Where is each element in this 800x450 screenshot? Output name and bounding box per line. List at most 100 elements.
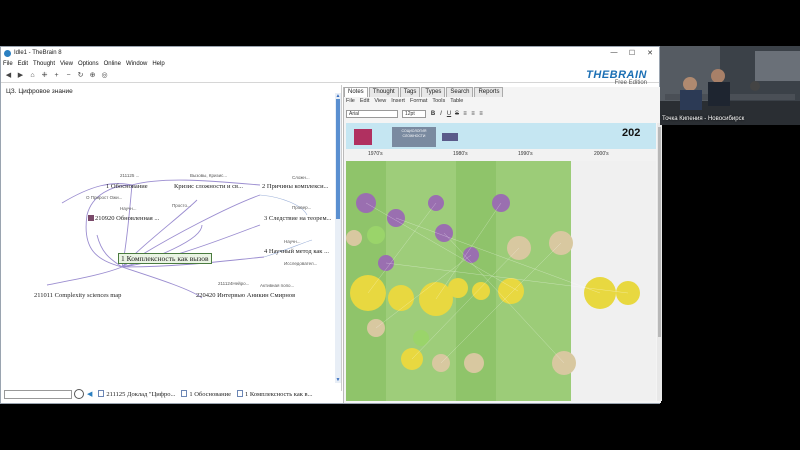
scrollbar-thumb[interactable] [658,127,661,337]
thought-small[interactable]: О Прирост Ожи... [86,195,122,200]
remove-icon[interactable]: − [63,71,74,81]
tab-tags[interactable]: Tags [399,87,421,97]
note-icon [88,215,94,221]
brand-logo: THEBRAIN Free Edition [586,69,647,86]
tab-search[interactable]: Search [446,87,474,97]
refresh-icon[interactable]: ↻ [75,71,86,81]
size-select[interactable]: 12pt [402,110,426,118]
thought-small[interactable]: Сложн... [292,175,310,180]
notes-pane: Notes Thought Tags Types Search Reports … [343,87,662,403]
thought-small[interactable]: Исследовател... [284,261,317,266]
tab-thought[interactable]: Thought [368,87,399,97]
thought-small[interactable]: 211125 ... [120,173,139,178]
strike-button[interactable]: S [453,111,461,117]
decade-label: 2000's [594,151,609,157]
format-toolbar: Arial 12pt B I U S ≡ ≡ ≡ [346,109,485,119]
tab-reports[interactable]: Reports [474,87,504,97]
settings-icon[interactable]: ◎ [99,71,110,81]
maximize-button[interactable]: ☐ [623,49,641,57]
complexity-map-graphic [346,123,656,401]
add-icon[interactable]: + [51,71,62,81]
menu-bar: File Edit Thought View Options Online Wi… [1,59,659,69]
plex-view[interactable]: ЦЗ. Цифровое знание 211125 ... Вызовы, К… [2,85,342,391]
menu-file[interactable]: File [3,61,13,67]
thought-210920[interactable]: 210920 Обновленная ... [88,215,159,222]
notes-menu-format[interactable]: Format [410,98,427,107]
menu-help[interactable]: Help [152,61,164,67]
breadcrumb-bar: ◀ 211125 Доклад "Цифро... 1 Обоснование … [2,387,342,401]
thought-prichiny[interactable]: 2 Причины комплекси... [262,183,328,190]
notes-menu-file[interactable]: File [346,98,355,107]
notes-menu-insert[interactable]: Insert [391,98,405,107]
italic-button[interactable]: I [437,111,445,117]
decade-label: 1970's [368,151,383,157]
title-bar: Idle1 - TheBrain 8 — ☐ ✕ [1,47,659,59]
screen: Idle1 - TheBrain 8 — ☐ ✕ File Edit Thoug… [0,0,800,450]
link-icon[interactable]: ⁜ [39,71,50,81]
underline-button[interactable]: U [445,111,453,117]
complexity-map-image: СОЦИОЛОГИЯ СЛОЖНОСТИ 202 1970's 1980's 1… [346,123,656,401]
history-clock-icon[interactable] [74,389,84,399]
menu-window[interactable]: Window [126,61,147,67]
align-left-button[interactable]: ≡ [461,111,469,117]
close-button[interactable]: ✕ [641,49,659,57]
home-icon[interactable]: ⌂ [27,71,38,81]
thought-krizis[interactable]: Кризис сложности и св... [174,183,243,190]
thought-small[interactable]: Научн... [120,206,137,211]
app-window: Idle1 - TheBrain 8 — ☐ ✕ File Edit Thoug… [0,46,662,404]
menu-options[interactable]: Options [78,61,99,67]
active-thought[interactable]: 1 Комплексность как вызов [118,253,212,264]
menu-view[interactable]: View [60,61,73,67]
thought-small[interactable]: Провер... [292,205,311,210]
notes-menu-edit[interactable]: Edit [360,98,369,107]
tab-notes[interactable]: Notes [344,87,368,97]
font-select[interactable]: Arial [346,110,398,118]
notes-scrollbar[interactable] [657,123,662,401]
notes-tabs: Notes Thought Tags Types Search Reports [344,87,504,97]
thought-obosnovanie[interactable]: 1 Обоснование [106,183,148,190]
notes-menu-view[interactable]: View [374,98,386,107]
breadcrumb-item[interactable]: 1 Обоснование [181,390,231,398]
breadcrumb-item[interactable]: 211125 Доклад "Цифро... [98,390,175,398]
decade-label: 1990's [518,151,533,157]
search-input[interactable] [4,389,72,399]
notes-menu-table[interactable]: Table [450,98,463,107]
network-icon[interactable]: ⊕ [87,71,98,81]
webcam-overlay: Точка Кипения - Новосибирск [660,46,800,125]
notes-menu: File Edit View Insert Format Tools Table [346,98,468,107]
decade-label: 1980's [453,151,468,157]
thought-sledstvie[interactable]: 3 Следствие на теорем... [264,215,331,222]
align-center-button[interactable]: ≡ [469,111,477,117]
window-title: Idle1 - TheBrain 8 [14,50,62,56]
plex-connections [46,179,313,299]
scrollbar-thumb[interactable] [336,99,340,219]
bold-button[interactable]: B [429,111,437,117]
menu-edit[interactable]: Edit [18,61,28,67]
thought-small[interactable]: 211124Нейро... [218,281,249,286]
menu-online[interactable]: Online [104,61,121,67]
thought-small[interactable]: Активная попо... [260,283,294,288]
plex-scrollbar[interactable]: ▲ ▼ [335,93,341,383]
notes-menu-tools[interactable]: Tools [432,98,445,107]
webcam-label: Точка Кипения - Новосибирск [662,116,745,122]
thought-small[interactable]: Научн... [284,239,301,244]
minimize-button[interactable]: — [605,49,623,57]
toolbar: ◀ ▶ ⌂ ⁜ + − ↻ ⊕ ◎ [1,69,659,83]
app-icon [4,49,11,57]
tab-types[interactable]: Types [421,87,446,97]
map-badge: СОЦИОЛОГИЯ СЛОЖНОСТИ [401,129,427,138]
thought-220420[interactable]: 220420 Интервью Аникин Смирнов [196,292,295,299]
back-icon[interactable]: ◀ [3,71,14,81]
plex-title: ЦЗ. Цифровое знание [6,88,73,95]
breadcrumb-item[interactable]: 1 Комплексность как в... [237,390,313,398]
thought-small[interactable]: Вызовы, Кризис... [190,173,227,178]
thought-small[interactable]: Просто... [172,203,191,208]
scroll-down-icon[interactable]: ▼ [335,377,341,383]
thought-211011[interactable]: 211011 Complexity sciences map [34,292,121,299]
align-right-button[interactable]: ≡ [477,111,485,117]
forward-icon[interactable]: ▶ [15,71,26,81]
thought-nauchnyi-metod[interactable]: 4 Научный метод как ... [264,248,329,255]
back-arrow-icon[interactable]: ◀ [87,390,92,398]
map-year: 202 [622,127,641,139]
menu-thought[interactable]: Thought [33,61,55,67]
